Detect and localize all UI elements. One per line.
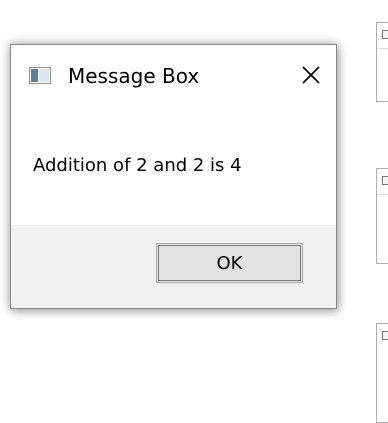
window-icon <box>382 30 388 39</box>
ok-button[interactable]: OK <box>156 243 303 283</box>
button-area: OK <box>11 225 336 308</box>
message-area: Addition of 2 and 2 is 4 <box>11 105 336 225</box>
close-button[interactable] <box>288 53 334 97</box>
divider <box>377 48 388 49</box>
window-icon <box>382 331 388 340</box>
divider <box>377 194 388 195</box>
window-icon <box>382 176 388 185</box>
message-box-dialog: Message Box Addition of 2 and 2 is 4 OK <box>10 44 337 309</box>
app-window-icon-pane <box>39 69 49 82</box>
background-window-fragment <box>376 22 388 102</box>
close-icon <box>302 66 320 84</box>
message-text: Addition of 2 and 2 is 4 <box>33 155 242 176</box>
title-bar[interactable]: Message Box <box>11 45 336 105</box>
app-window-icon-pane <box>31 69 38 82</box>
background-window-fragment <box>376 168 388 264</box>
background-window-fragment <box>376 323 388 423</box>
app-window-icon <box>29 67 51 84</box>
dialog-title: Message Box <box>68 64 200 88</box>
